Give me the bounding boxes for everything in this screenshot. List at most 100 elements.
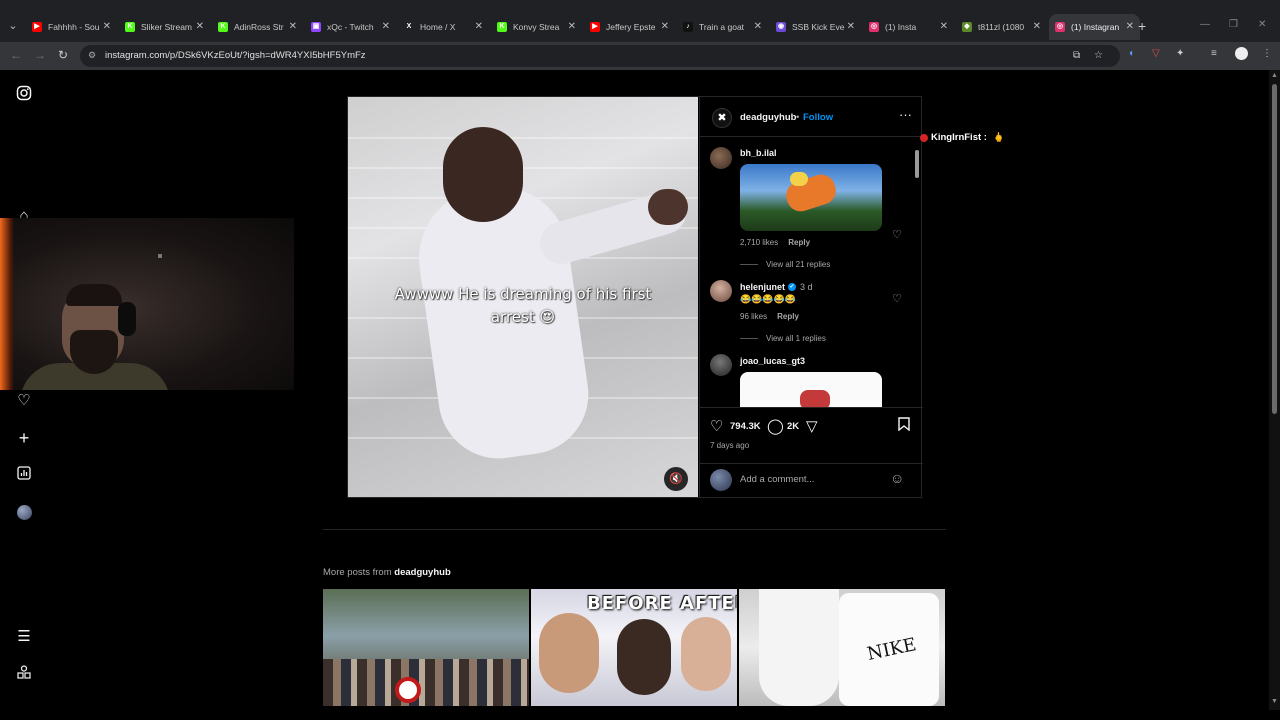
comment-avatar[interactable] xyxy=(710,147,732,169)
more-posts-username[interactable]: deadguyhub xyxy=(394,567,450,578)
instagram-logo-icon[interactable] xyxy=(14,85,34,105)
address-bar[interactable]: ⚙ instagram.com/p/DSk6VKzEoUt/?igsh=dWR4… xyxy=(80,45,1120,67)
extension-shield-icon[interactable]: ▽ xyxy=(1152,48,1160,59)
more-options-icon[interactable]: ··· xyxy=(899,107,912,122)
scrollbar-thumb[interactable] xyxy=(915,150,919,178)
view-replies-label[interactable]: View all 1 replies xyxy=(766,334,826,343)
tab-title[interactable]: Konvy Strea xyxy=(513,22,573,32)
tab-close-icon[interactable]: ✕ xyxy=(475,21,483,32)
comment-username[interactable]: helenjunet xyxy=(740,282,785,292)
comment-username[interactable]: bh_b.ilal xyxy=(740,148,777,158)
tab-close-icon[interactable]: ✕ xyxy=(1033,21,1041,32)
comment-like-icon[interactable]: ♡ xyxy=(892,292,902,305)
page-scrollbar[interactable]: ▲ ▼ xyxy=(1269,70,1280,710)
reply-button[interactable]: Reply xyxy=(788,238,810,247)
comments-list[interactable]: bh_b.ilal ♡ 2,710 likes Reply View all 21… xyxy=(700,138,923,407)
install-app-icon[interactable]: ⧉ xyxy=(1073,50,1080,61)
create-plus-icon[interactable]: + xyxy=(14,428,34,448)
browser-tab[interactable]: K Sliker Stream ✕ xyxy=(119,14,210,40)
site-info-icon[interactable]: ⚙ xyxy=(88,50,98,60)
reload-icon[interactable]: ↻ xyxy=(58,48,68,62)
notifications-heart-icon[interactable]: ♡ xyxy=(14,391,34,411)
add-comment-input[interactable]: Add a comment... xyxy=(740,474,814,485)
save-bookmark-icon[interactable] xyxy=(898,417,910,435)
more-post-thumbnail[interactable]: NIKE xyxy=(739,589,945,706)
extensions-puzzle-icon[interactable]: ✦ xyxy=(1176,48,1184,59)
reply-button[interactable]: Reply xyxy=(777,312,799,321)
tab-title[interactable]: (1) Instagran xyxy=(1071,22,1131,32)
browser-tab[interactable]: K Konvy Strea ✕ xyxy=(491,14,582,40)
also-from-meta-icon[interactable] xyxy=(14,665,34,685)
browser-tab[interactable]: ◎ (1) Insta ✕ xyxy=(863,14,954,40)
tab-title[interactable]: Train a goat xyxy=(699,22,759,32)
comment-gif[interactable] xyxy=(740,164,882,231)
author-username[interactable]: deadguyhub xyxy=(740,112,796,123)
view-replies-label[interactable]: View all 21 replies xyxy=(766,260,830,269)
browser-tab[interactable]: ▣ xQc - Twitch ✕ xyxy=(305,14,396,40)
view-replies-button[interactable]: View all 21 replies xyxy=(740,260,830,269)
browser-tab[interactable]: ▶ Jeffery Epste ✕ xyxy=(584,14,675,40)
comment-avatar[interactable] xyxy=(710,280,732,302)
dashboard-icon[interactable] xyxy=(14,466,34,486)
extension-audio-icon[interactable]: ◖ xyxy=(1128,48,1134,59)
follow-button[interactable]: Follow xyxy=(803,112,833,123)
view-replies-button[interactable]: View all 1 replies xyxy=(740,334,826,343)
tab-close-icon[interactable]: ✕ xyxy=(1126,21,1134,32)
comment-icon[interactable]: ◯ xyxy=(767,417,784,435)
more-post-thumbnail[interactable] xyxy=(323,589,529,706)
profile-icon[interactable] xyxy=(1235,47,1248,60)
back-icon[interactable]: ← xyxy=(10,48,22,62)
like-count[interactable]: 794.3K xyxy=(730,421,761,432)
url-text[interactable]: instagram.com/p/DSk6VKzEoUt/?igsh=dWR4YX… xyxy=(105,50,366,61)
scroll-down-icon[interactable]: ▼ xyxy=(1271,698,1278,705)
tab-title[interactable]: Fahhhh - Sou xyxy=(48,22,108,32)
profile-avatar[interactable] xyxy=(14,503,34,523)
browser-menu-icon[interactable]: ⋮ xyxy=(1262,48,1272,59)
emoji-picker-icon[interactable]: ☺ xyxy=(890,470,904,486)
browser-tab[interactable]: ◉ SSB Kick Eve ✕ xyxy=(770,14,861,40)
comments-scrollbar[interactable] xyxy=(914,138,920,407)
bookmark-star-icon[interactable]: ☆ xyxy=(1094,50,1103,61)
tab-close-icon[interactable]: ✕ xyxy=(847,21,855,32)
browser-tab[interactable]: X Home / X ✕ xyxy=(398,14,489,40)
comment-username[interactable]: joao_lucas_gt3 xyxy=(740,356,805,366)
comment-gif[interactable] xyxy=(740,372,882,407)
author-avatar[interactable]: ✖ xyxy=(712,108,732,128)
share-icon[interactable]: ▽ xyxy=(806,417,818,435)
tab-title[interactable]: Home / X xyxy=(420,22,480,32)
scroll-up-icon[interactable]: ▲ xyxy=(1271,72,1278,79)
tab-close-icon[interactable]: ✕ xyxy=(289,21,297,32)
tab-close-icon[interactable]: ✕ xyxy=(754,21,762,32)
tab-title[interactable]: Sliker Stream xyxy=(141,22,201,32)
mute-icon[interactable]: 🔇 xyxy=(664,467,688,491)
tab-close-icon[interactable]: ✕ xyxy=(661,21,669,32)
tab-title[interactable]: AdinRoss Str xyxy=(234,22,294,32)
new-tab-button[interactable]: + xyxy=(1138,18,1146,34)
more-menu-icon[interactable]: ☰ xyxy=(14,627,34,647)
tab-title[interactable]: xQc - Twitch xyxy=(327,22,387,32)
post-video[interactable]: Awwww He is dreaming of his first arrest… xyxy=(348,97,698,497)
tab-close-icon[interactable]: ✕ xyxy=(196,21,204,32)
tab-search-icon[interactable]: ⌄ xyxy=(6,18,20,34)
tab-title[interactable]: (1) Insta xyxy=(885,22,945,32)
browser-tab[interactable]: ▶ Fahhhh - Sou ✕ xyxy=(26,14,117,40)
tab-title[interactable]: Jeffery Epste xyxy=(606,22,666,32)
browser-tab[interactable]: ◎ (1) Instagran ✕ xyxy=(1049,14,1140,40)
browser-tab[interactable]: ♪ Train a goat ✕ xyxy=(677,14,768,40)
tab-title[interactable]: t811zl (1080 xyxy=(978,22,1038,32)
like-icon[interactable]: ♡ xyxy=(710,417,723,435)
media-controls-icon[interactable]: ≡ xyxy=(1211,48,1217,59)
tab-close-icon[interactable]: ✕ xyxy=(103,21,111,32)
tab-close-icon[interactable]: ✕ xyxy=(940,21,948,32)
close-window-icon[interactable]: ✕ xyxy=(1258,19,1266,30)
tab-close-icon[interactable]: ✕ xyxy=(568,21,576,32)
browser-tab[interactable]: K AdinRoss Str ✕ xyxy=(212,14,303,40)
browser-tab[interactable]: ◆ t811zl (1080 ✕ xyxy=(956,14,1047,40)
maximize-icon[interactable]: ❐ xyxy=(1229,19,1238,30)
comment-avatar[interactable] xyxy=(710,354,732,376)
page-scrollbar-thumb[interactable] xyxy=(1272,84,1277,414)
comment-like-icon[interactable]: ♡ xyxy=(892,228,902,241)
tab-title[interactable]: SSB Kick Eve xyxy=(792,22,852,32)
more-post-thumbnail[interactable]: BEFORE AFTER xyxy=(531,589,737,706)
forward-icon[interactable]: → xyxy=(34,48,46,62)
